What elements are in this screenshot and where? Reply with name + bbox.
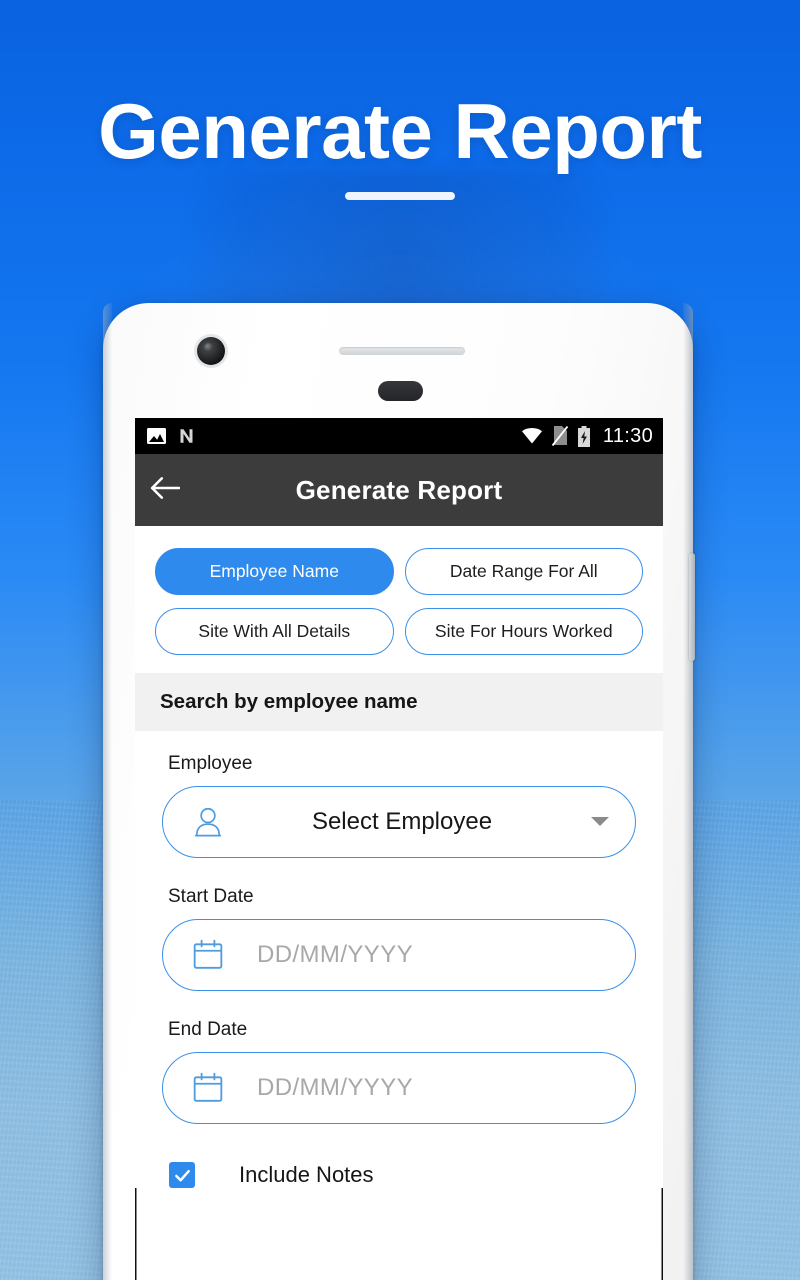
chip-site-with-all-details[interactable]: Site With All Details <box>155 608 394 655</box>
start-date-field: Start Date DD/MM/YYYY <box>162 886 636 991</box>
hero-section: Generate Report <box>0 92 800 200</box>
status-bar-left-icons <box>147 427 196 445</box>
phone-left-edge <box>103 303 112 1280</box>
include-notes-checkbox[interactable] <box>169 1162 195 1188</box>
app-bar: Generate Report <box>135 454 663 526</box>
proximity-sensor <box>378 381 423 401</box>
wifi-icon <box>521 428 543 444</box>
report-type-chip-group: Employee Name Date Range For All Site Wi… <box>135 526 663 673</box>
start-date-input[interactable]: DD/MM/YYYY <box>162 919 636 991</box>
phone-screen: 11:30 Generate Report Employee Name Date… <box>135 418 663 1280</box>
chevron-down-icon <box>587 816 613 828</box>
calendar-icon <box>185 939 231 971</box>
back-arrow-icon <box>150 476 181 505</box>
android-nougat-icon <box>177 427 196 445</box>
calendar-icon <box>185 1072 231 1104</box>
phone-mockup: 11:30 Generate Report Employee Name Date… <box>103 303 695 1280</box>
battery-charging-icon <box>577 425 591 447</box>
photo-icon <box>147 428 166 444</box>
include-notes-label: Include Notes <box>239 1162 374 1187</box>
app-bar-title: Generate Report <box>295 474 503 505</box>
status-bar-clock: 11:30 <box>602 424 653 447</box>
speaker-grille <box>339 347 465 355</box>
end-date-input[interactable]: DD/MM/YYYY <box>162 1052 636 1124</box>
check-icon <box>174 1169 190 1181</box>
power-button[interactable] <box>689 553 695 661</box>
back-button[interactable] <box>135 476 195 505</box>
camera-icon <box>197 337 225 365</box>
phone-right-edge <box>683 303 693 1280</box>
end-date-placeholder: DD/MM/YYYY <box>257 1074 414 1101</box>
chip-site-for-hours-worked[interactable]: Site For Hours Worked <box>404 608 643 655</box>
include-notes-row[interactable]: Include Notes <box>162 1152 636 1188</box>
chip-date-range-for-all[interactable]: Date Range For All <box>404 548 643 595</box>
report-form: Employee Select Employee Start Date DD/M… <box>135 731 663 1188</box>
page-title: Generate Report <box>98 87 702 175</box>
status-bar: 11:30 <box>135 418 663 454</box>
employee-select[interactable]: Select Employee <box>162 786 636 858</box>
employee-selected-value: Select Employee <box>311 808 493 835</box>
section-header: Search by employee name <box>135 673 663 731</box>
status-bar-right-icons: 11:30 <box>521 425 653 448</box>
start-date-placeholder: DD/MM/YYYY <box>257 941 414 968</box>
end-date-label: End Date <box>168 1019 248 1040</box>
end-date-field: End Date DD/MM/YYYY <box>162 1019 636 1124</box>
no-sim-icon <box>551 425 569 447</box>
chip-employee-name[interactable]: Employee Name <box>155 548 394 595</box>
employee-field: Employee Select Employee <box>162 753 636 858</box>
employee-label: Employee <box>168 753 253 774</box>
title-underline <box>345 192 455 200</box>
start-date-label: Start Date <box>168 886 254 907</box>
